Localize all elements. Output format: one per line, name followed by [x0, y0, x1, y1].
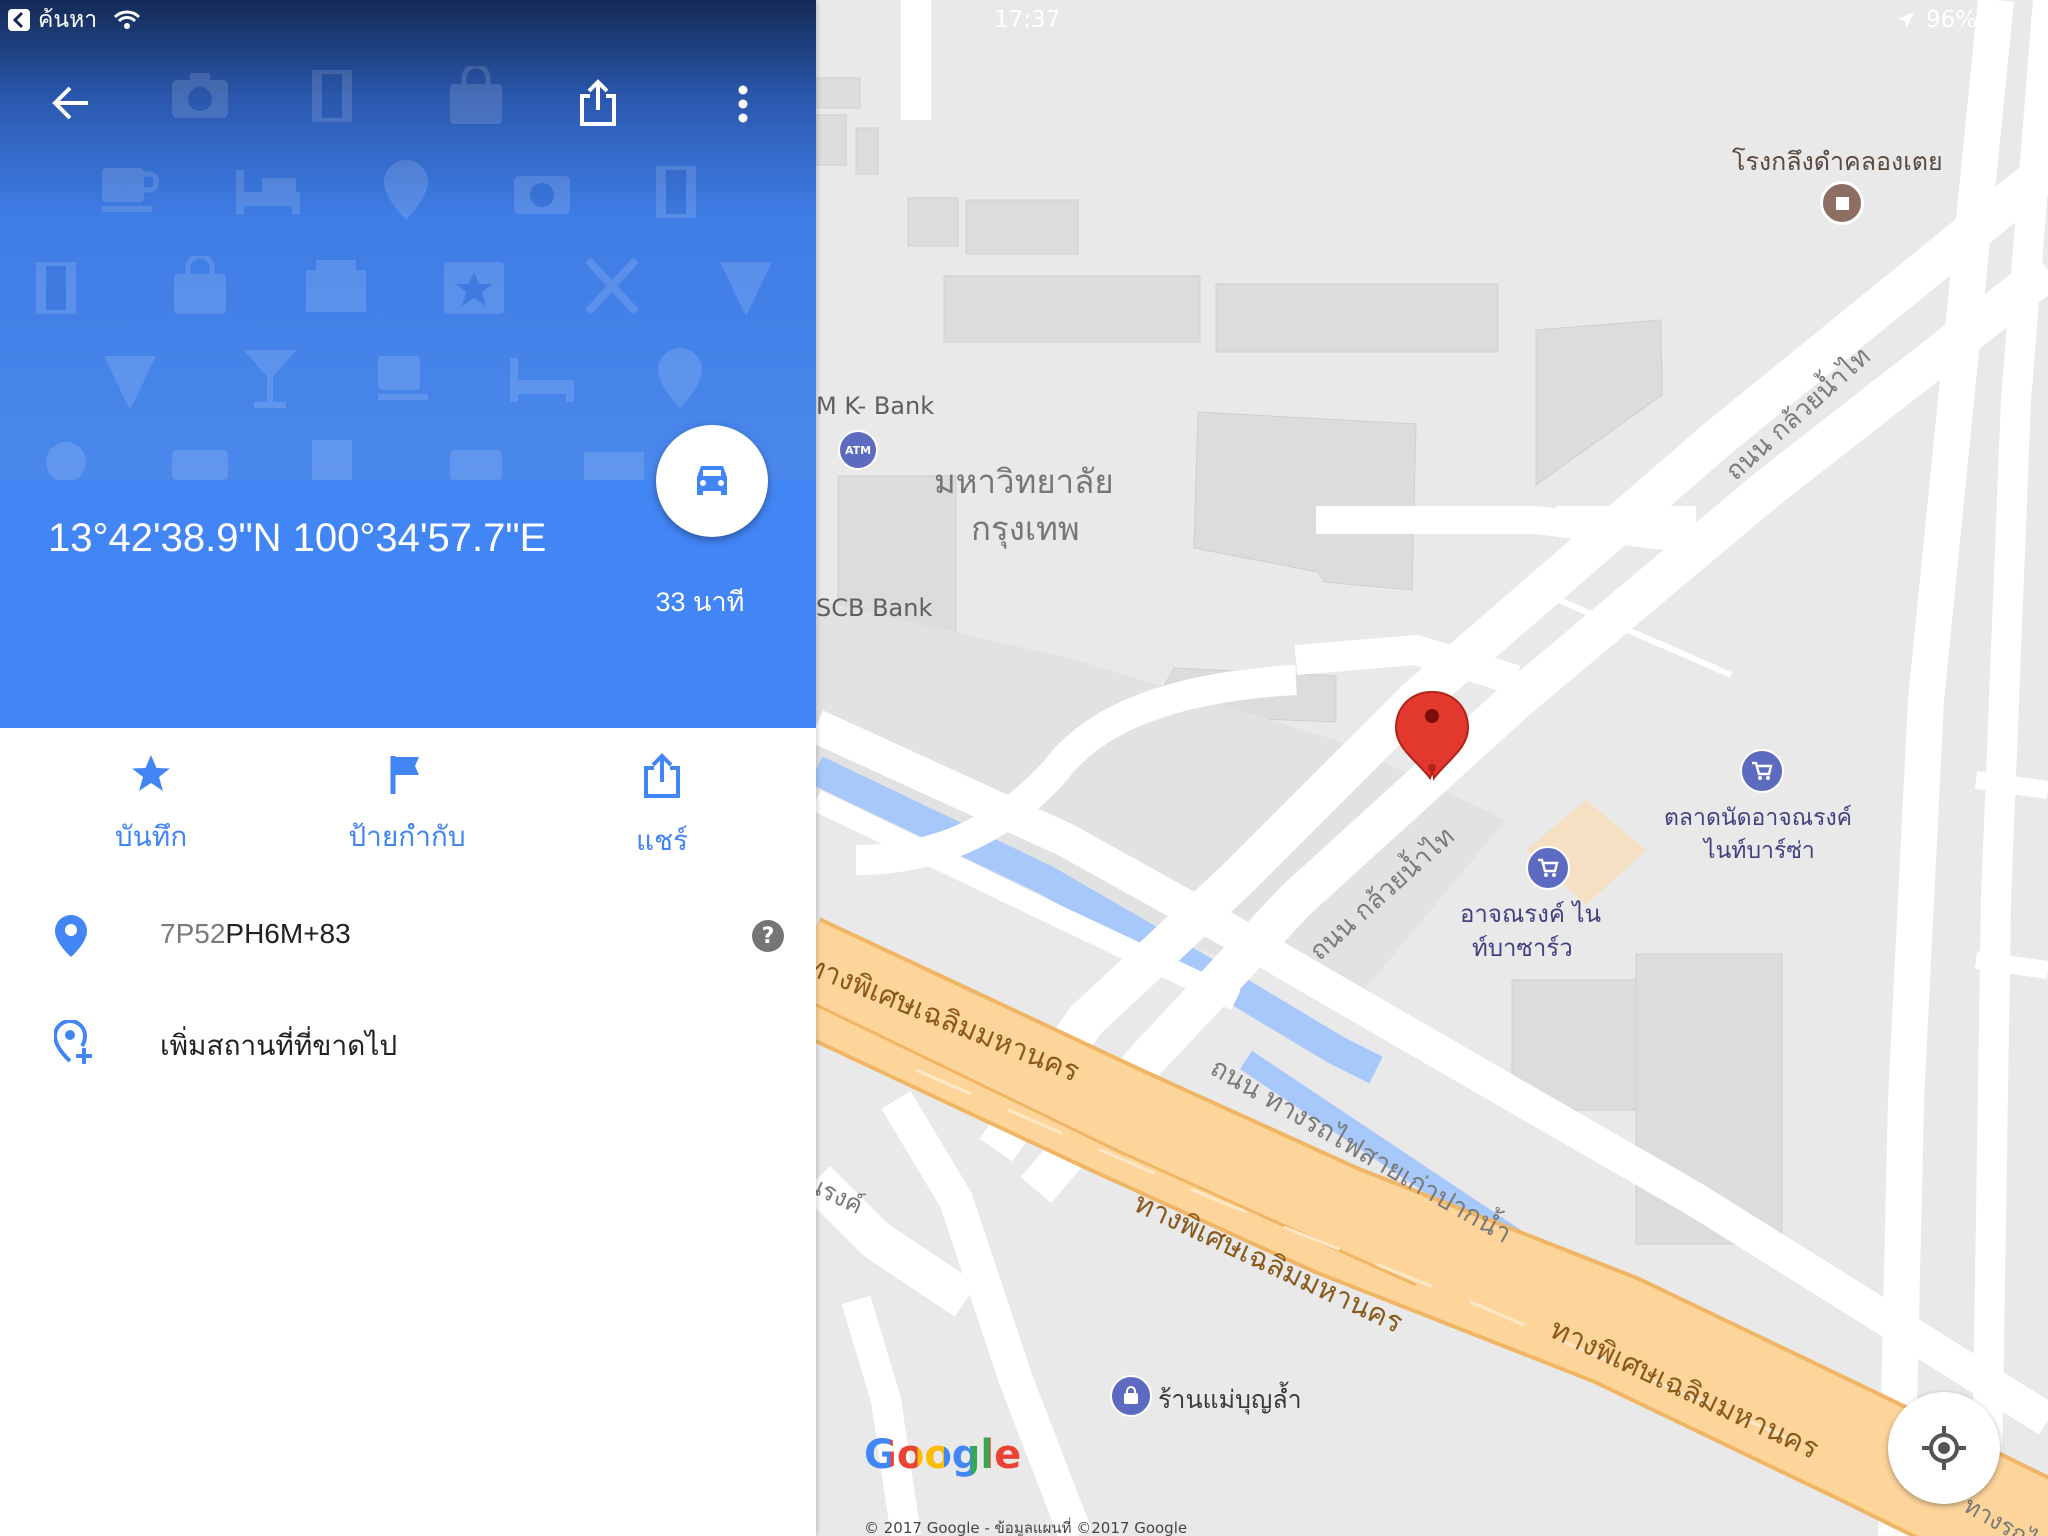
- bag-icon: [450, 450, 502, 480]
- film-icon: [36, 262, 76, 314]
- travel-time: 33 นาที: [655, 587, 745, 617]
- save-button[interactable]: บันทึก: [41, 752, 261, 859]
- label-button[interactable]: ป้ายกำกับ: [297, 752, 517, 859]
- plus-code-prefix: 7P52: [160, 918, 226, 949]
- share-toolbar-icon[interactable]: [578, 78, 618, 128]
- map-label-university-1: มหาวิทยาลัย: [934, 462, 1114, 501]
- back-app-chevron-icon: [8, 9, 30, 31]
- map-label-market1-line2: ไนท์บาร์ซ่า: [1704, 838, 1815, 864]
- directions-button[interactable]: [656, 425, 768, 537]
- save-label: บันทึก: [114, 820, 188, 853]
- store-24-icon: [306, 260, 366, 312]
- back-arrow-icon[interactable]: [50, 82, 92, 124]
- crosshair-icon: [1922, 1426, 1966, 1470]
- wifi-icon: [114, 10, 141, 29]
- location-arrow-icon: [1898, 12, 1914, 28]
- map-label-kbank: M K- Bank: [816, 392, 935, 420]
- place-details-panel: ค้นหา 13°42'38.9"N 100°34'57.7"E 33 นาที…: [0, 0, 816, 1536]
- flag-icon: [390, 756, 419, 794]
- car-icon: [697, 466, 727, 495]
- map-label-factory: โรงกลึงดำคลองเตย: [1732, 147, 1943, 176]
- camera-icon: [514, 176, 570, 214]
- location-pin-icon: [55, 915, 87, 957]
- store-24-icon: [584, 452, 644, 480]
- atm-label: ATM: [844, 443, 872, 457]
- pizza-icon: [104, 356, 156, 410]
- map-base: [816, 0, 2048, 1536]
- coordinates-title: 13°42'38.9"N 100°34'57.7"E: [48, 516, 547, 560]
- battery-percent: 96%: [1926, 7, 1978, 33]
- plus-code: PH6M+83: [225, 918, 351, 949]
- add-missing-place-label: เพิ่มสถานที่ที่ขาดไป: [160, 1029, 398, 1062]
- cocktail-icon: [244, 350, 296, 408]
- restaurant-icon: [585, 257, 639, 315]
- pizza-icon: [720, 262, 772, 316]
- market-poi-icon[interactable]: [1740, 749, 1784, 793]
- film-icon: [312, 70, 352, 122]
- pin-pattern-icon: [658, 348, 702, 408]
- share-icon: [644, 753, 680, 798]
- google-logo-text: Google: [864, 1432, 1022, 1478]
- status-battery: 96%: [1896, 0, 1977, 40]
- map-label-shop: ร้านแม่บุญล้ำ: [1158, 1385, 1302, 1414]
- map-label-university-2: กรุงเทพ: [971, 509, 1080, 548]
- film-icon: [312, 440, 352, 480]
- map-label-scb: SCB Bank: [816, 594, 933, 622]
- cup-icon: [102, 168, 159, 212]
- atm-poi-icon[interactable]: ATM: [838, 430, 878, 470]
- map-copyright: © 2017 Google - ข้อมูลแผนที่ ©2017 Googl…: [864, 1519, 1188, 1536]
- label-label: ป้ายกำกับ: [348, 820, 466, 853]
- camera-icon: [172, 450, 228, 480]
- share-button[interactable]: แชร์: [552, 752, 772, 863]
- back-app-label: ค้นหา: [38, 7, 98, 33]
- header-pattern: [0, 0, 816, 480]
- google-logo: Google: [864, 1432, 1021, 1478]
- camera-icon: [172, 73, 228, 118]
- more-options-icon[interactable]: [736, 84, 750, 124]
- add-missing-place-row[interactable]: เพิ่มสถานที่ที่ขาดไป: [0, 1014, 816, 1070]
- share-label: แชร์: [635, 824, 689, 857]
- pin-pattern-icon: [384, 160, 428, 220]
- map-view[interactable]: ATM โรงกลึงดำคลองเตย M K- Bank มหาวิทยาล…: [816, 0, 2048, 1536]
- bed-icon: [510, 358, 574, 402]
- cup-icon: [378, 356, 428, 400]
- plus-code-row[interactable]: 7P52PH6M+83 ?: [0, 908, 816, 964]
- bag-icon: [450, 66, 502, 124]
- help-icon[interactable]: ?: [752, 920, 784, 952]
- bed-icon: [236, 170, 300, 214]
- shopping-bag-poi-icon[interactable]: [1110, 1375, 1152, 1417]
- star-icon: [132, 755, 170, 791]
- factory-poi-icon[interactable]: [1820, 181, 1864, 225]
- ticket-icon: [444, 262, 504, 314]
- add-location-icon: [54, 1020, 92, 1064]
- market-poi-icon[interactable]: [1526, 846, 1570, 890]
- map-label-market2-line2: ท์บาซาร์ว: [1472, 934, 1573, 962]
- pin-pattern-icon: [46, 442, 86, 480]
- bag-icon: [174, 256, 226, 314]
- film-icon: [656, 166, 696, 218]
- map-label-market1-line1: ตลาดนัดอาจณรงค์: [1664, 805, 1853, 831]
- status-back-to-app[interactable]: ค้นหา: [8, 0, 141, 40]
- status-time: 17:37: [994, 7, 1061, 33]
- my-location-button[interactable]: [1888, 1392, 2000, 1504]
